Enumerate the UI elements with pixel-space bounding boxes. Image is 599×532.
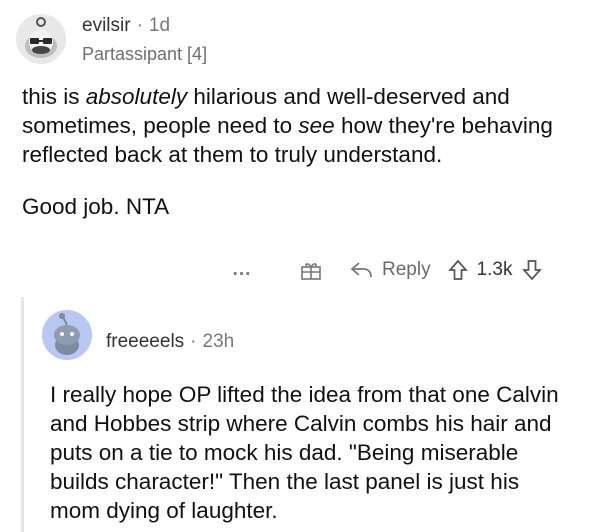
comment-body: this is absolutely hilarious and well-de…: [22, 82, 582, 221]
downvote-arrow-icon[interactable]: [521, 259, 543, 281]
reply-meta: freeeeels · 23h: [106, 330, 234, 354]
user-flair: Partassipant [4]: [82, 44, 208, 64]
comment-meta: evilsir · 1d Partassipant [4]: [82, 14, 207, 66]
reply-body: I really hope OP lifted the idea from th…: [50, 382, 559, 523]
vote-controls: 1.3k: [447, 259, 543, 281]
comment-author[interactable]: evilsir: [82, 15, 131, 36]
snoo-avatar-icon[interactable]: [42, 310, 92, 360]
comment-age: 1d: [148, 15, 171, 36]
upvote-arrow-icon[interactable]: [447, 259, 469, 281]
body-second-paragraph: Good job. NTA: [22, 194, 170, 219]
body-emphasis: see: [298, 113, 335, 138]
reply-arrow-icon: [350, 262, 372, 278]
meta-separator: ·: [136, 15, 143, 36]
body-emphasis: absolutely: [85, 84, 188, 109]
vote-score: 1.3k: [476, 259, 513, 280]
reply-author[interactable]: freeeeels: [106, 331, 184, 352]
more-options-button[interactable]: ...: [228, 259, 256, 281]
meta-separator: ·: [190, 331, 197, 352]
gift-icon[interactable]: [300, 259, 322, 281]
reply-button[interactable]: Reply: [350, 259, 431, 281]
comment-actions: ... Reply 1.3k: [228, 254, 543, 286]
thread-line[interactable]: [21, 297, 24, 532]
snoo-avatar-icon[interactable]: [16, 14, 66, 64]
reply-age: 23h: [202, 331, 235, 352]
reply-label: Reply: [382, 259, 431, 280]
body-part: this is: [22, 84, 86, 109]
